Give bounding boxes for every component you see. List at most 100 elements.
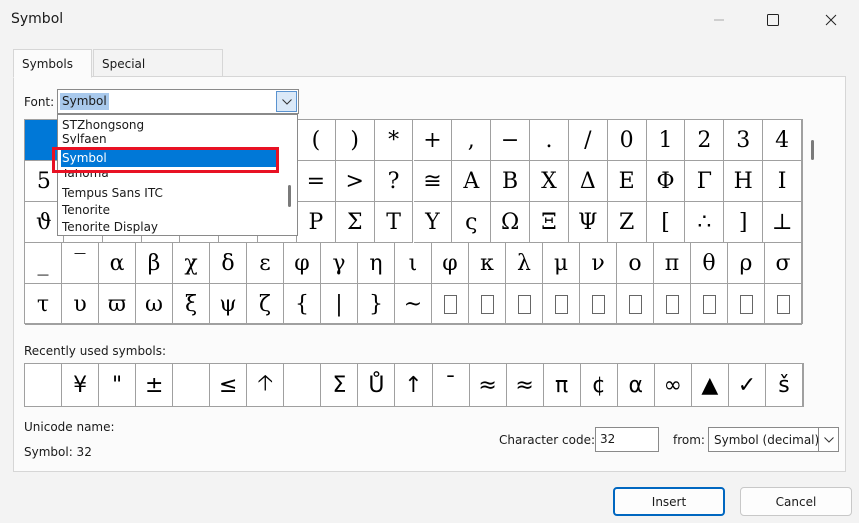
symbol-cell[interactable]: π bbox=[654, 243, 691, 284]
recent-symbol-cell[interactable] bbox=[25, 364, 63, 406]
symbol-cell[interactable]: ( bbox=[296, 120, 336, 161]
symbol-cell[interactable]: η bbox=[358, 243, 395, 284]
recent-symbol-cell[interactable]: ¢ bbox=[581, 364, 618, 406]
symbol-cell[interactable]: ) bbox=[335, 120, 375, 161]
maximize-button[interactable] bbox=[750, 0, 796, 40]
symbol-cell[interactable]: Ψ bbox=[568, 202, 608, 243]
symbol-cell[interactable]: ‾ bbox=[62, 243, 99, 284]
close-button[interactable] bbox=[808, 0, 854, 40]
symbol-cell[interactable]: [ bbox=[646, 202, 686, 243]
recent-symbol-cell[interactable]: ∞ bbox=[655, 364, 692, 406]
symbol-cell[interactable]: α bbox=[99, 243, 136, 284]
symbol-cell[interactable]: ? bbox=[374, 161, 414, 202]
symbol-cell[interactable]: Τ bbox=[374, 202, 414, 243]
symbol-cell[interactable]: Ω bbox=[491, 202, 531, 243]
symbol-cell[interactable]: , bbox=[452, 120, 492, 161]
font-combobox-value[interactable]: Symbol bbox=[60, 93, 109, 110]
recent-symbol-cell[interactable]: ≤ bbox=[210, 364, 248, 406]
symbol-cell[interactable]: + bbox=[413, 120, 453, 161]
symbol-cell[interactable]: } bbox=[358, 284, 395, 325]
symbol-cell[interactable] bbox=[654, 284, 691, 325]
symbol-cell[interactable]: Ε bbox=[607, 161, 647, 202]
font-option[interactable]: Tempus Sans ITC bbox=[61, 185, 163, 202]
symbol-cell[interactable]: Η bbox=[724, 161, 764, 202]
symbol-cell[interactable]: γ bbox=[321, 243, 358, 284]
recent-symbol-cell[interactable]: š bbox=[766, 364, 803, 406]
symbol-cell[interactable]: ρ bbox=[728, 243, 765, 284]
minimize-button[interactable] bbox=[696, 0, 742, 40]
symbol-cell[interactable]: ϖ bbox=[99, 284, 136, 325]
recent-symbol-cell[interactable]: ˉ bbox=[433, 364, 470, 406]
recent-symbol-cell[interactable]: ▲ bbox=[692, 364, 729, 406]
symbol-cell[interactable]: ο bbox=[617, 243, 654, 284]
symbol-cell[interactable]: φ bbox=[284, 243, 321, 284]
symbol-cell[interactable]: | bbox=[321, 284, 358, 325]
symbol-cell[interactable]: = bbox=[296, 161, 336, 202]
symbol-cell[interactable] bbox=[469, 284, 506, 325]
recent-symbol-cell[interactable]: ≈ bbox=[470, 364, 507, 406]
symbol-cell[interactable]: ψ bbox=[210, 284, 247, 325]
symbol-cell[interactable]: ξ bbox=[173, 284, 210, 325]
symbol-cell[interactable]: λ bbox=[506, 243, 543, 284]
symbol-cell[interactable]: Ζ bbox=[607, 202, 647, 243]
recent-symbol-cell[interactable]: Σ bbox=[321, 364, 359, 406]
from-dropdown-button[interactable] bbox=[818, 428, 838, 451]
symbol-cell[interactable]: ζ bbox=[247, 284, 284, 325]
symbol-cell[interactable] bbox=[617, 284, 654, 325]
recent-symbol-cell[interactable]: ≈ bbox=[507, 364, 544, 406]
scrollbar-thumb[interactable] bbox=[811, 140, 814, 160]
symbol-cell[interactable]: ν bbox=[580, 243, 617, 284]
font-option[interactable]: Sylfaen bbox=[61, 132, 107, 144]
symbol-cell[interactable]: τ bbox=[25, 284, 62, 325]
symbol-cell[interactable]: θ bbox=[691, 243, 728, 284]
symbol-cell[interactable]: 4 bbox=[763, 120, 802, 161]
insert-button[interactable]: Insert bbox=[613, 487, 725, 516]
symbol-cell[interactable]: Ξ bbox=[530, 202, 569, 243]
tab-symbols[interactable]: Symbols bbox=[13, 49, 92, 78]
symbol-cell[interactable]: φ bbox=[432, 243, 469, 284]
symbol-cell[interactable] bbox=[506, 284, 543, 325]
symbol-cell[interactable] bbox=[543, 284, 580, 325]
recent-symbol-cell[interactable]: ¥ bbox=[62, 364, 100, 406]
symbol-cell[interactable]: 2 bbox=[685, 120, 725, 161]
symbol-cell[interactable]: Υ bbox=[413, 202, 453, 243]
symbol-cell[interactable]: Σ bbox=[335, 202, 375, 243]
symbol-cell[interactable]: Χ bbox=[530, 161, 569, 202]
symbol-cell[interactable]: ~ bbox=[395, 284, 432, 325]
symbol-cell[interactable]: 3 bbox=[724, 120, 764, 161]
symbol-cell[interactable]: − bbox=[491, 120, 531, 161]
symbol-cell[interactable] bbox=[728, 284, 765, 325]
font-combobox[interactable]: Symbol bbox=[57, 89, 299, 114]
symbol-cell[interactable]: κ bbox=[469, 243, 506, 284]
font-option[interactable]: Tenorite bbox=[61, 202, 110, 219]
symbol-cell[interactable]: _ bbox=[25, 243, 62, 284]
recent-symbol-cell[interactable]: ↑ bbox=[395, 364, 433, 406]
symbol-cell[interactable]: > bbox=[335, 161, 375, 202]
symbol-cell[interactable]: ε bbox=[247, 243, 284, 284]
symbol-cell[interactable]: δ bbox=[210, 243, 247, 284]
symbol-cell[interactable]: . bbox=[530, 120, 569, 161]
symbol-cell[interactable]: { bbox=[284, 284, 321, 325]
dropdown-scrollbar-thumb[interactable] bbox=[288, 185, 291, 207]
symbol-cell[interactable]: β bbox=[136, 243, 173, 284]
symbol-cell[interactable]: Ι bbox=[763, 161, 802, 202]
cancel-button[interactable]: Cancel bbox=[740, 487, 852, 516]
recent-symbol-cell[interactable] bbox=[173, 364, 211, 406]
font-dropdown-button[interactable] bbox=[276, 91, 297, 112]
symbol-cell[interactable]: 0 bbox=[607, 120, 647, 161]
symbol-grid-scrollbar[interactable] bbox=[810, 119, 823, 324]
recent-symbol-cell[interactable]: ✓ bbox=[729, 364, 766, 406]
symbol-cell[interactable]: ⊥ bbox=[763, 202, 802, 243]
recent-symbol-cell[interactable]: π bbox=[544, 364, 581, 406]
symbol-cell[interactable]: χ bbox=[173, 243, 210, 284]
tab-special-characters[interactable]: Special Characters bbox=[93, 49, 223, 99]
symbol-cell[interactable]: ≅ bbox=[413, 161, 453, 202]
recent-symbols[interactable]: ¥ " ± ≤ 🡡 Σ Ů ↑ ˉ ≈ ≈ π ¢ α ∞ ▲ ✓ š bbox=[24, 363, 804, 407]
symbol-cell[interactable]: Φ bbox=[646, 161, 686, 202]
recent-symbol-cell[interactable]: " bbox=[99, 364, 137, 406]
recent-symbol-cell[interactable]: α bbox=[618, 364, 655, 406]
character-code-input[interactable]: 32 bbox=[595, 427, 659, 452]
symbol-cell[interactable]: Β bbox=[491, 161, 531, 202]
recent-symbol-cell[interactable]: 🡡 bbox=[247, 364, 285, 406]
recent-symbol-cell[interactable]: Ů bbox=[358, 364, 396, 406]
